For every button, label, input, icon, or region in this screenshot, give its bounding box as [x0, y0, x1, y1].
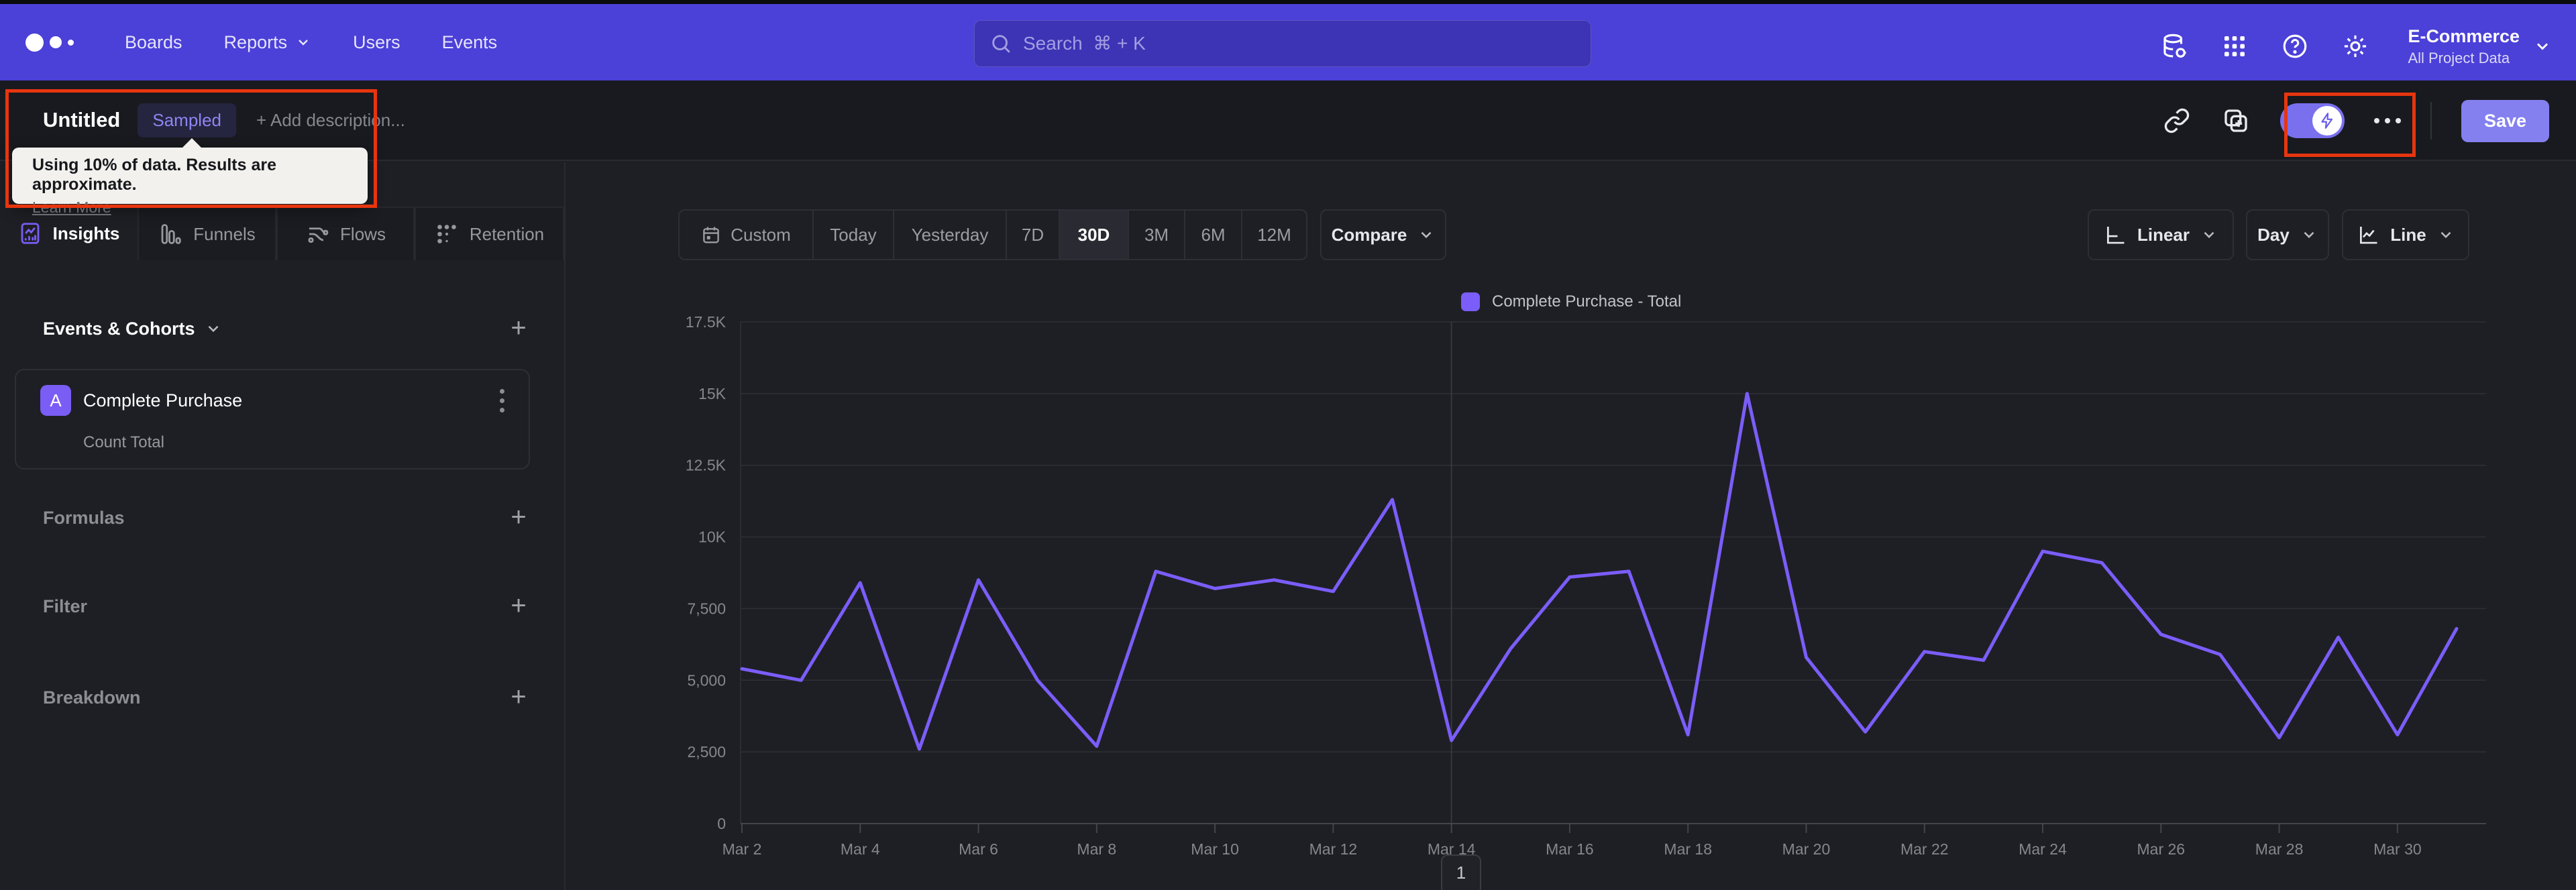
svg-text:Mar 2: Mar 2 [722, 840, 762, 858]
svg-text:Mar 24: Mar 24 [2019, 840, 2067, 858]
tooltip-text: Using 10% of data. Results are approxima… [32, 156, 277, 194]
svg-text:Mar 16: Mar 16 [1546, 840, 1594, 858]
svg-text:Mar 6: Mar 6 [959, 840, 998, 858]
line-chart[interactable]: 0 2,500 5,000 7,500 10K 12.5K 15K 17.5K Mar 2 Mar… [0, 0, 2576, 890]
svg-text:Mar 18: Mar 18 [1664, 840, 1712, 858]
svg-text:5,000: 5,000 [687, 671, 726, 689]
svg-text:Mar 4: Mar 4 [841, 840, 880, 858]
svg-text:Mar 26: Mar 26 [2137, 840, 2186, 858]
svg-text:Mar 28: Mar 28 [2255, 840, 2304, 858]
svg-text:12.5K: 12.5K [686, 457, 727, 474]
svg-text:Mar 10: Mar 10 [1191, 840, 1239, 858]
svg-text:17.5K: 17.5K [686, 313, 727, 331]
svg-text:Mar 20: Mar 20 [1782, 840, 1831, 858]
svg-text:10K: 10K [698, 529, 727, 546]
svg-text:7,500: 7,500 [687, 600, 726, 617]
app-root: Boards Reports Users Events Search ⌘ + K… [0, 0, 2576, 890]
svg-text:15K: 15K [698, 385, 727, 402]
sampling-tooltip: Using 10% of data. Results are approxima… [12, 138, 368, 216]
page-button[interactable]: 1 [1441, 854, 1481, 890]
svg-text:0: 0 [717, 815, 726, 832]
svg-text:Mar 12: Mar 12 [1309, 840, 1358, 858]
svg-text:2,500: 2,500 [687, 743, 726, 761]
svg-text:Mar 30: Mar 30 [2373, 840, 2422, 858]
svg-text:Mar 8: Mar 8 [1077, 840, 1116, 858]
learn-more-link[interactable]: Learn More [32, 199, 111, 217]
svg-text:Mar 22: Mar 22 [1900, 840, 1949, 858]
